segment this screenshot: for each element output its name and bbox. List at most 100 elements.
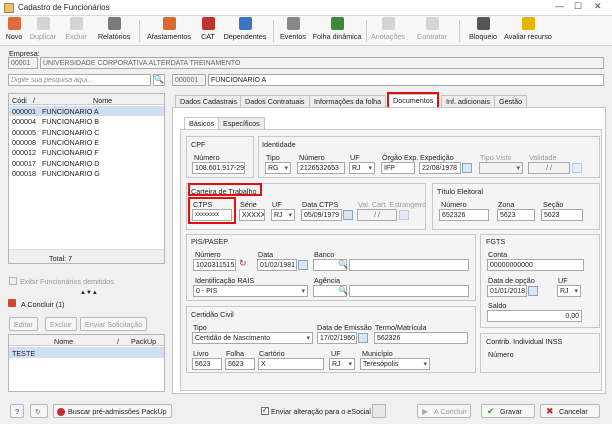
- buscar-packup-button[interactable]: Buscar pré-admissões PackUp: [53, 404, 172, 418]
- table-row[interactable]: 000005 FUNCIONARIO C: [9, 127, 164, 137]
- close-icon[interactable]: ✕: [594, 1, 602, 12]
- toolbar-button-5[interactable]: CAT: [197, 17, 219, 45]
- delete-icon: [69, 17, 83, 30]
- toolbar-button-label: Eventos: [280, 32, 306, 41]
- events-icon: [286, 17, 300, 30]
- zona-field[interactable]: 5623: [497, 209, 535, 221]
- secao-field[interactable]: 5623: [541, 209, 583, 221]
- toolbar-button-1[interactable]: Duplicar: [29, 17, 57, 45]
- toolbar-button-0[interactable]: Novo: [3, 17, 25, 45]
- row-code: 000008: [12, 137, 36, 147]
- table-row[interactable]: 000012 FUNCIONARIO F: [9, 147, 164, 157]
- opcao-field[interactable]: 01/01/2018: [487, 285, 527, 297]
- cert-uf-select[interactable]: RJ: [329, 358, 355, 370]
- calendar-icon[interactable]: [462, 163, 472, 173]
- esocial-icon[interactable]: [372, 404, 386, 418]
- toolbar-button-4[interactable]: Afastamentos: [144, 17, 194, 45]
- search-icon[interactable]: 🔍: [338, 260, 348, 269]
- toolbar-button-2[interactable]: Excluir: [63, 17, 89, 45]
- calendar-icon[interactable]: [298, 260, 308, 270]
- cancel-button[interactable]: ✖ Cancelar: [540, 404, 600, 418]
- employee-name-field[interactable]: FUNCIONARIO A: [208, 74, 604, 86]
- show-dismissed-checkbox[interactable]: [9, 277, 17, 285]
- col-packup[interactable]: PackUp: [131, 337, 156, 346]
- fgts-uf-select[interactable]: RJ: [557, 285, 581, 297]
- maximize-icon[interactable]: ☐: [574, 1, 582, 12]
- cpf-field[interactable]: 108.601.917-29: [192, 162, 245, 174]
- toolbar-button-12[interactable]: Avaliar recurso: [503, 17, 553, 45]
- toolbar-button-8[interactable]: Folha dinâmica: [311, 17, 363, 45]
- tab-dados-contratuais[interactable]: Dados Contratuais: [240, 95, 310, 107]
- search-icon[interactable]: 🔍: [153, 74, 165, 86]
- tab-gestao[interactable]: Gestão: [494, 95, 528, 107]
- rg-numero-field[interactable]: 2126532653: [297, 162, 345, 174]
- table-row[interactable]: 000018 FUNCIONARIO G: [9, 168, 164, 178]
- col-code[interactable]: Códi: [12, 96, 27, 105]
- toolbar-button-9[interactable]: Anotações: [368, 17, 408, 45]
- search-input[interactable]: Digite sua pesquisa aqui...: [8, 74, 151, 86]
- row-name: FUNCIONARIO D: [42, 158, 100, 168]
- calendar-icon[interactable]: [528, 286, 538, 296]
- refresh-button[interactable]: ↻: [30, 404, 48, 418]
- conta-field[interactable]: 00000000000: [487, 259, 584, 271]
- rais-select[interactable]: 0 - PIS: [193, 285, 308, 297]
- history-icon[interactable]: ↻: [239, 258, 247, 269]
- livro-field[interactable]: 5623: [192, 358, 222, 370]
- rg-uf-select[interactable]: RJ: [349, 162, 375, 174]
- table-row[interactable]: 000004 FUNCIONARIO B: [9, 116, 164, 126]
- concluir-button[interactable]: ▶ A Concluir: [417, 404, 471, 418]
- rg-tipo-label: Tipo: [266, 153, 280, 162]
- send-request-button[interactable]: Enviar Solicitação: [80, 317, 148, 331]
- serie-field[interactable]: XXXXX: [239, 209, 265, 221]
- agencia-name-field[interactable]: [349, 285, 469, 297]
- pending-row[interactable]: TESTE: [9, 347, 164, 358]
- toolbar-button-10[interactable]: Contratar: [414, 17, 450, 45]
- calendar-icon[interactable]: [358, 333, 368, 343]
- toolbar-button-6[interactable]: Dependentes: [221, 17, 269, 45]
- titulo-numero-field[interactable]: 652326: [439, 209, 489, 221]
- folha-field[interactable]: 5623: [225, 358, 255, 370]
- table-row[interactable]: 000008 FUNCIONARIO E: [9, 137, 164, 147]
- table-row[interactable]: 000017 FUNCIONARIO D: [9, 158, 164, 168]
- tipo-visto-label: Tipo Visto: [480, 153, 512, 162]
- emissao-field[interactable]: 17/02/1960: [317, 332, 357, 344]
- calendar-icon[interactable]: [343, 210, 353, 220]
- esocial-checkbox[interactable]: ✓: [261, 407, 269, 415]
- cert-tipo-select[interactable]: Certidão de Nascimento: [192, 332, 313, 344]
- table-row[interactable]: 000001 FUNCIONARIO A: [9, 106, 164, 116]
- termo-field[interactable]: 562326: [374, 332, 468, 344]
- col-pending-name[interactable]: Nome: [54, 337, 73, 346]
- help-button[interactable]: ?: [10, 404, 24, 418]
- municipio-label: Município: [362, 349, 393, 358]
- municipio-select[interactable]: Teresópolis: [360, 358, 430, 370]
- data-ctps-field[interactable]: 05/09/1979: [301, 209, 342, 221]
- pis-numero-field[interactable]: 10203115152: [193, 259, 236, 271]
- buscar-packup-label: Buscar pré-admissões PackUp: [68, 407, 167, 416]
- toolbar-button-7[interactable]: Eventos: [278, 17, 308, 45]
- subtab-basicos[interactable]: Básicos: [184, 117, 220, 129]
- col-name[interactable]: Nome: [93, 96, 112, 105]
- banco-name-field[interactable]: [349, 259, 469, 271]
- toolbar-button-3[interactable]: Relatórios: [95, 17, 133, 45]
- row-name: FUNCIONARIO B: [42, 117, 100, 127]
- toolbar-button-11[interactable]: Bloqueio: [465, 17, 501, 45]
- tab-informacoes-folha[interactable]: Informações da folha: [309, 95, 387, 107]
- tab-inf-adicionais[interactable]: Inf. adicionais: [441, 95, 495, 107]
- esocial-label: Enviar alteração para o eSocial: [271, 407, 371, 416]
- saldo-field[interactable]: 0,00: [487, 310, 582, 322]
- search-icon[interactable]: 🔍: [338, 286, 348, 295]
- delete-pending-button[interactable]: Excluir: [45, 317, 77, 331]
- pis-data-field[interactable]: 01/02/1981: [257, 259, 297, 271]
- pending-row-name: TESTE: [12, 349, 36, 358]
- orgao-field[interactable]: IFP: [381, 162, 415, 174]
- save-button[interactable]: ✔ Gravar: [481, 404, 535, 418]
- edit-button[interactable]: Editar: [9, 317, 38, 331]
- minimize-icon[interactable]: —: [555, 1, 564, 11]
- rg-tipo-select[interactable]: RG: [265, 162, 291, 174]
- tab-dados-cadastrais[interactable]: Dados Cadastrais: [175, 95, 243, 107]
- expedicao-field[interactable]: 22/08/1978: [419, 162, 461, 174]
- cartorio-field[interactable]: X: [258, 358, 324, 370]
- subtab-especificos[interactable]: Específicos: [218, 117, 265, 129]
- splitter-handle[interactable]: ▲▼▲: [80, 290, 98, 296]
- ctps-uf-select[interactable]: RJ: [271, 209, 295, 221]
